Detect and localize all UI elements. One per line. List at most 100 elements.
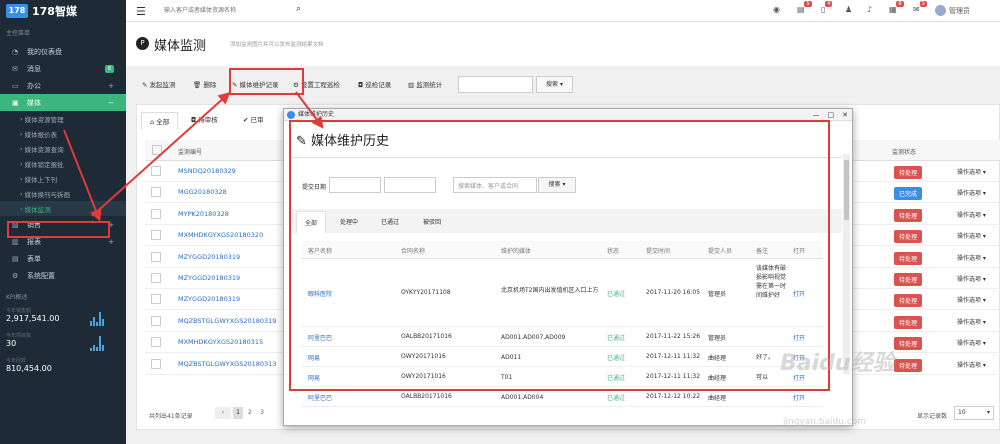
customer-link[interactable]: 网易 bbox=[308, 353, 320, 362]
window-titlebar[interactable]: 媒体维护历史 — □ ✕ bbox=[284, 109, 852, 121]
media-maintenance-log-button[interactable]: ✎ 媒体维护记录 bbox=[232, 79, 279, 89]
history-row[interactable]: 网易 OWY20171016 T01 已通过 2017-12-11 11:32 曲经理 可以… bbox=[301, 367, 823, 387]
monitor-code-link[interactable]: MSNDQ20180329 bbox=[178, 167, 236, 175]
monitor-code-link[interactable]: MZYGGD20180319 bbox=[178, 253, 240, 261]
open-link[interactable]: 打开 bbox=[793, 289, 805, 298]
sidebar-item-reports[interactable]: ▥ 报表 + bbox=[0, 233, 126, 250]
row-checkbox[interactable] bbox=[151, 230, 161, 241]
history-row[interactable]: 阿里巴巴 OALBB20171016 AD001,AD004 已通过 2017-12-1… bbox=[301, 387, 823, 407]
select-all-checkbox[interactable] bbox=[152, 145, 162, 155]
tab-all[interactable]: ⌂ 全部 bbox=[141, 112, 179, 130]
sidebar-item-forms[interactable]: ▤ 表单 bbox=[0, 250, 126, 267]
monitor-code-link[interactable]: MQZBSTGLGWYXGS20180319 bbox=[178, 317, 276, 325]
monitor-stats-button[interactable]: ▥ 监测统计 bbox=[408, 79, 442, 89]
sidebar-subitem[interactable]: › 媒体报价表 bbox=[0, 126, 126, 141]
row-options-menu[interactable]: 操作选项 ▾ bbox=[957, 167, 986, 176]
row-checkbox[interactable] bbox=[151, 273, 161, 283]
sidebar-item-settings[interactable]: ⚙ 系统配置 bbox=[0, 267, 126, 284]
page-prev[interactable]: ‹ bbox=[215, 407, 231, 419]
chat-icon[interactable]: ✉ 3 bbox=[913, 1, 927, 14]
sidebar-item-sales[interactable]: ▨ 销售 + bbox=[0, 216, 126, 233]
monitor-code-link[interactable]: MQZBSTGLGWYXGS20180313 bbox=[178, 360, 276, 368]
globe-icon[interactable]: ◉ bbox=[773, 5, 780, 14]
open-link[interactable]: 打开 bbox=[793, 333, 805, 342]
open-link[interactable]: 打开 bbox=[793, 393, 805, 402]
maximize-icon[interactable]: □ bbox=[828, 109, 835, 121]
modal-tab-processing[interactable]: 处理中 bbox=[340, 217, 358, 226]
monitor-code-link[interactable]: MXMHDKGYXGS20180320 bbox=[178, 231, 263, 239]
row-options-menu[interactable]: 操作选项 ▾ bbox=[957, 295, 986, 304]
modal-tab-approved[interactable]: 已通过 bbox=[381, 217, 399, 226]
sidebar-item-office[interactable]: ▭ 办公 + bbox=[0, 77, 126, 94]
monitor-code-link[interactable]: MGG20180328 bbox=[178, 188, 227, 196]
perpage-select[interactable]: 10 ▾ bbox=[954, 406, 994, 420]
close-icon[interactable]: ✕ bbox=[842, 109, 848, 121]
search-input[interactable] bbox=[158, 4, 308, 18]
row-checkbox[interactable] bbox=[151, 337, 161, 348]
sidebar-item-media[interactable]: ▣ 媒体 − bbox=[0, 94, 126, 111]
monitor-code-link[interactable]: MXMHDKGYXGS20180315 bbox=[178, 338, 263, 346]
page-2[interactable]: 2 bbox=[245, 407, 255, 419]
date-from-input[interactable] bbox=[329, 177, 381, 193]
sidebar-subitem[interactable]: › 媒体锁定报批 bbox=[0, 156, 126, 171]
row-checkbox[interactable] bbox=[151, 187, 161, 198]
delete-button[interactable]: 🗑 删除 bbox=[193, 79, 216, 89]
row-options-menu[interactable]: 操作选项 ▾ bbox=[957, 274, 986, 283]
user-menu[interactable]: 管理员 bbox=[935, 5, 970, 16]
scrollbar[interactable] bbox=[843, 154, 850, 374]
row-checkbox[interactable] bbox=[151, 315, 161, 326]
row-checkbox[interactable] bbox=[151, 358, 161, 369]
history-row[interactable]: 阿里巴巴 OALBB20171016 AD001,AD007,AD009 已通过 201… bbox=[301, 327, 823, 347]
row-checkbox[interactable] bbox=[151, 166, 161, 176]
modal-tab-all[interactable]: 全部 bbox=[296, 211, 327, 233]
menu-toggle-icon[interactable]: ☰ bbox=[136, 5, 146, 18]
calendar-icon[interactable]: ▦ 8 bbox=[889, 1, 904, 14]
row-checkbox[interactable] bbox=[151, 294, 161, 305]
sidebar-subitem[interactable]: › 媒体上下刊 bbox=[0, 171, 126, 186]
history-row[interactable]: 网易 OWY20171016 AD011 已通过 2017-12-11 11:32 曲经理… bbox=[301, 347, 823, 367]
search-icon[interactable]: ⌕ bbox=[296, 4, 301, 14]
scrollbar-thumb[interactable] bbox=[844, 160, 849, 220]
customer-link[interactable]: 眼科医院 bbox=[308, 289, 332, 298]
toolbar-search-button[interactable]: 搜索 ▾ bbox=[536, 76, 573, 93]
user-add-icon[interactable]: ♟ bbox=[845, 5, 852, 14]
row-checkbox[interactable] bbox=[151, 251, 161, 262]
file-icon[interactable]: ▯ 4 bbox=[821, 1, 833, 14]
row-options-menu[interactable]: 操作选项 ▾ bbox=[957, 360, 986, 369]
date-to-input[interactable] bbox=[384, 177, 436, 193]
sidebar-subitem[interactable]: › 媒体换刊与拆画 bbox=[0, 186, 126, 201]
inspection-log-button[interactable]: ◘ 巡检记录 bbox=[358, 79, 391, 89]
sidebar-subitem[interactable]: › 媒体资源查询 bbox=[0, 141, 126, 156]
tasks-icon[interactable]: ▤ 5 bbox=[797, 1, 812, 14]
row-options-menu[interactable]: 操作选项 ▾ bbox=[957, 188, 986, 197]
row-options-menu[interactable]: 操作选项 ▾ bbox=[957, 338, 986, 347]
page-3[interactable]: 3 bbox=[257, 407, 267, 419]
modal-search-input[interactable]: 搜索媒体、客户或合同 bbox=[453, 177, 537, 193]
toolbar-search-input[interactable] bbox=[458, 76, 533, 93]
monitor-code-link[interactable]: MZYGGD20180319 bbox=[178, 295, 240, 303]
row-options-menu[interactable]: 操作选项 ▾ bbox=[957, 231, 986, 240]
customer-link[interactable]: 阿里巴巴 bbox=[308, 393, 332, 402]
customer-link[interactable]: 网易 bbox=[308, 373, 320, 382]
row-options-menu[interactable]: 操作选项 ▾ bbox=[957, 210, 986, 219]
sidebar-subitem[interactable]: › 媒体资源管理 bbox=[0, 111, 126, 126]
minimize-icon[interactable]: — bbox=[813, 109, 820, 121]
tab-pending[interactable]: ◘ 待审核 bbox=[191, 114, 218, 124]
sidebar-item-dashboard[interactable]: ◔ 我的仪表盘 bbox=[0, 43, 126, 60]
row-options-menu[interactable]: 操作选项 ▾ bbox=[957, 317, 986, 326]
row-checkbox[interactable] bbox=[151, 208, 161, 219]
modal-search-button[interactable]: 搜索 ▾ bbox=[538, 177, 576, 193]
tab-reviewed[interactable]: ✔ 已审 bbox=[243, 114, 264, 124]
page-1[interactable]: 1 bbox=[233, 407, 243, 419]
sidebar-subitem-media-monitor[interactable]: › 媒体监测 bbox=[0, 201, 126, 216]
set-inspection-button[interactable]: ⚙ 设置工程巡检 bbox=[293, 79, 340, 89]
app-logo[interactable]: 178 178智媒 bbox=[0, 0, 126, 22]
monitor-code-link[interactable]: MYPK20180328 bbox=[178, 210, 229, 218]
history-row[interactable]: 眼科医院 OYKYY20171108 北京机场T2国内出发值机区入口上方 已通过 201… bbox=[301, 259, 823, 327]
customer-link[interactable]: 阿里巴巴 bbox=[308, 333, 332, 342]
monitor-code-link[interactable]: MZYGGD20180319 bbox=[178, 274, 240, 282]
sidebar-item-messages[interactable]: ✉ 消息 8 bbox=[0, 60, 126, 77]
start-monitor-button[interactable]: ✎ 发起监测 bbox=[142, 79, 176, 89]
bell-icon[interactable]: ♪ bbox=[867, 5, 872, 14]
row-options-menu[interactable]: 操作选项 ▾ bbox=[957, 253, 986, 262]
